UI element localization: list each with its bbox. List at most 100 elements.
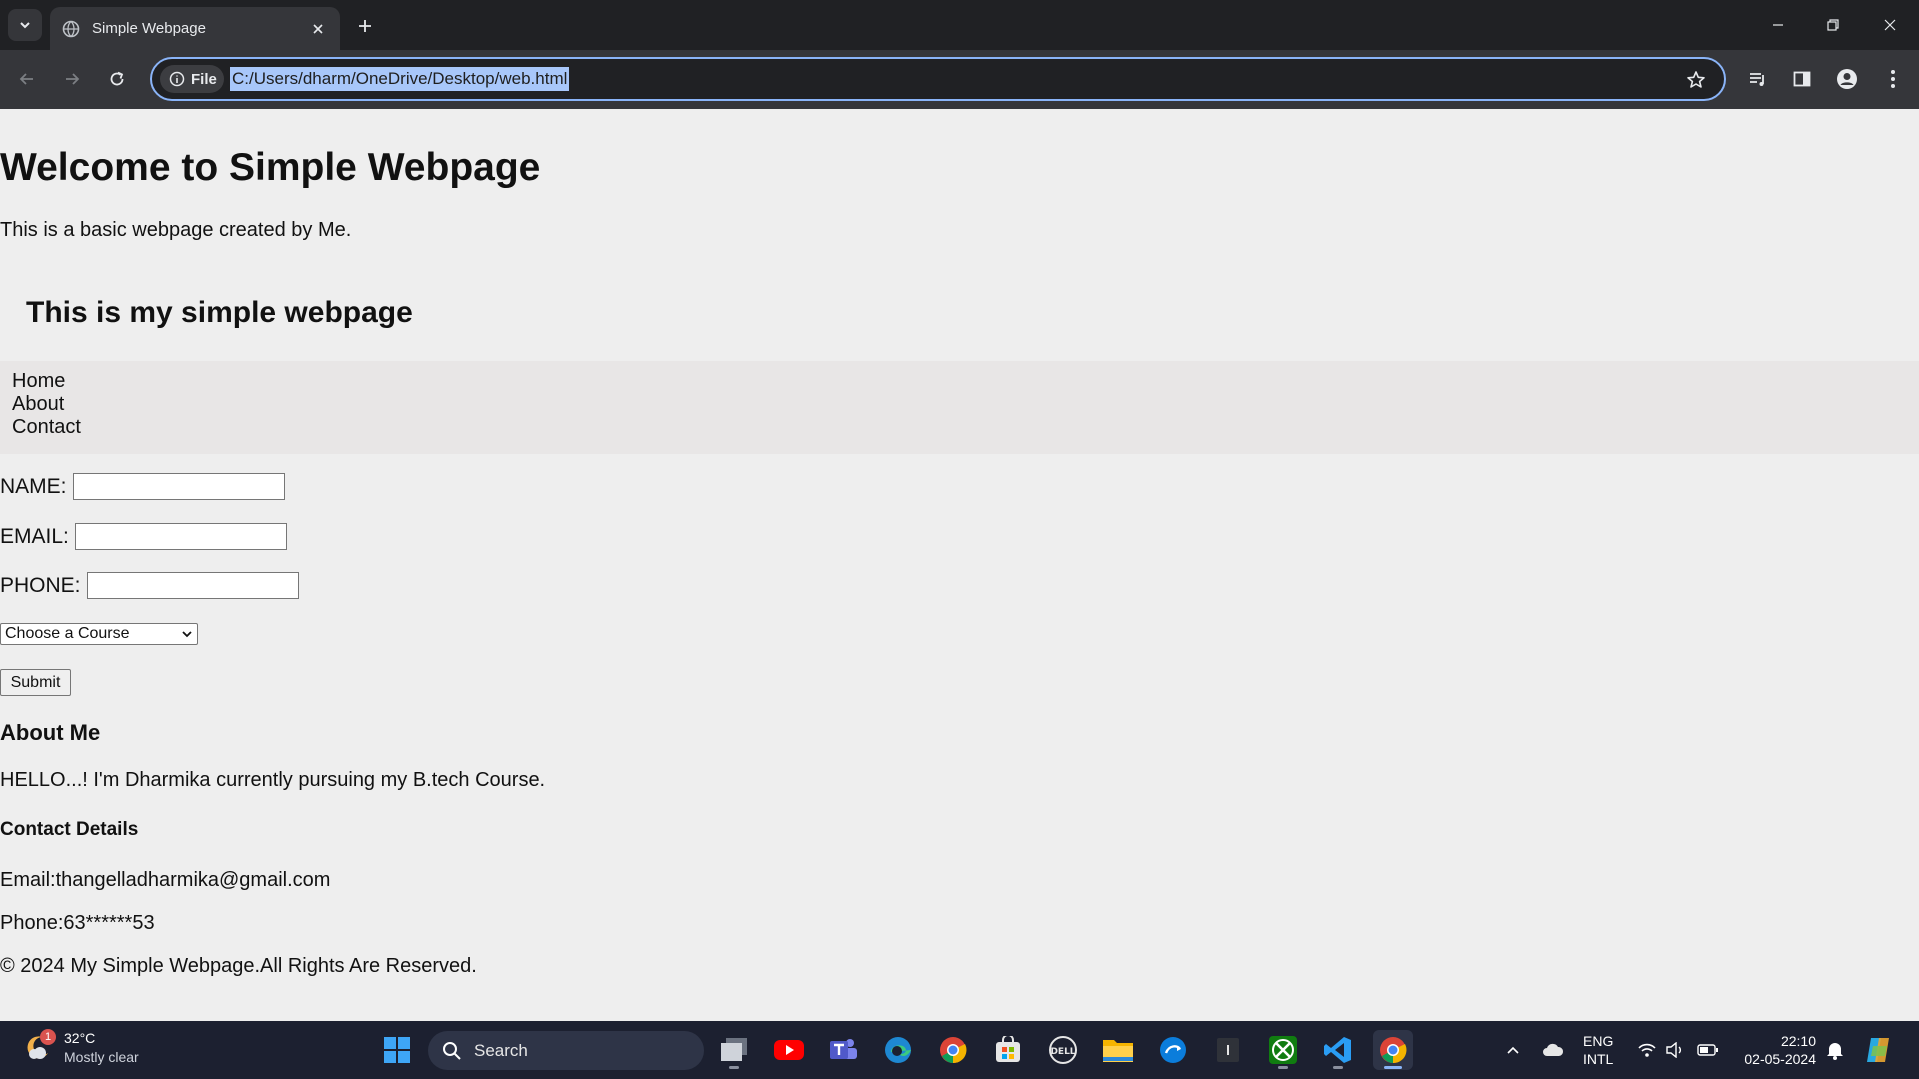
copilot-button[interactable] xyxy=(1858,1030,1898,1070)
bookmark-button[interactable] xyxy=(1684,68,1708,92)
media-queue-icon xyxy=(1750,73,1764,86)
restore-icon xyxy=(1827,19,1839,31)
profile-button[interactable] xyxy=(1831,63,1863,95)
start-button[interactable] xyxy=(377,1030,417,1070)
youtube-app[interactable] xyxy=(769,1030,809,1070)
taskbar: 1 32°C Mostly clear Search DELL ENG INTL… xyxy=(0,1021,1919,1079)
microsoft-store-icon xyxy=(996,1036,1020,1062)
support-assist-icon xyxy=(1160,1037,1186,1063)
minimize-icon xyxy=(1773,24,1783,26)
notepad-icon xyxy=(1217,1038,1239,1062)
running-indicator xyxy=(1384,1066,1402,1069)
clock-date: 02-05-2024 xyxy=(1744,1051,1816,1067)
running-indicator xyxy=(1278,1066,1288,1069)
language-indicator[interactable]: ENG INTL xyxy=(1583,1032,1613,1068)
notifications-button[interactable] xyxy=(1815,1030,1855,1070)
running-indicator xyxy=(1333,1066,1343,1069)
teams-icon xyxy=(830,1039,857,1059)
profile-icon xyxy=(1837,69,1857,89)
email-row: EMAIL: xyxy=(0,523,287,550)
phone-label: PHONE: xyxy=(0,573,81,597)
restore-button[interactable] xyxy=(1813,10,1853,40)
wifi-icon xyxy=(1638,1043,1656,1057)
media-controls-button[interactable] xyxy=(1742,63,1774,95)
dell-support-app[interactable] xyxy=(1153,1030,1193,1070)
name-input[interactable] xyxy=(72,473,285,500)
browser-tab-bar: Simple Webpage xyxy=(0,0,1919,50)
battery-icon xyxy=(1697,1044,1718,1056)
star-icon xyxy=(1687,71,1705,88)
tab-close-button[interactable] xyxy=(308,19,328,39)
phone-input[interactable] xyxy=(86,572,299,599)
vscode-app[interactable] xyxy=(1318,1030,1358,1070)
task-view-button[interactable] xyxy=(714,1030,754,1070)
edge-app[interactable] xyxy=(878,1030,918,1070)
forward-button[interactable] xyxy=(56,63,88,95)
folder-icon xyxy=(1103,1040,1133,1062)
phone-row: PHONE: xyxy=(0,572,299,599)
onedrive-tray[interactable] xyxy=(1533,1030,1573,1070)
email-label: EMAIL: xyxy=(0,524,69,548)
site-info-chip[interactable]: File xyxy=(160,65,224,93)
back-arrow-icon xyxy=(19,73,33,85)
weather-widget[interactable]: 1 32°C Mostly clear xyxy=(20,1029,139,1067)
name-row: NAME: xyxy=(0,473,285,500)
back-button[interactable] xyxy=(11,63,43,95)
address-bar[interactable]: File C:/Users/dharm/OneDrive/Desktop/web… xyxy=(150,57,1726,101)
microsoft-store-app[interactable] xyxy=(988,1030,1028,1070)
course-select-value: Choose a Course xyxy=(5,625,130,642)
chrome-app[interactable] xyxy=(933,1030,973,1070)
contact-email: Email:thangelladharmika@gmail.com xyxy=(0,869,331,891)
minimize-button[interactable] xyxy=(1758,10,1798,40)
dell-icon: DELL xyxy=(1049,1036,1077,1064)
clock-time: 22:10 xyxy=(1780,1033,1816,1049)
browser-menu-button[interactable] xyxy=(1877,63,1909,95)
side-panel-icon xyxy=(1793,71,1811,87)
chevron-down-icon xyxy=(20,22,30,29)
running-indicator xyxy=(729,1066,739,1069)
battery-tray[interactable] xyxy=(1688,1030,1728,1070)
nav-link-contact[interactable]: Contact xyxy=(12,416,1919,439)
language-line-1: ENG xyxy=(1583,1033,1614,1049)
language-line-2: INTL xyxy=(1583,1051,1614,1067)
submit-button[interactable]: Submit xyxy=(0,669,71,696)
copilot-icon xyxy=(1867,1038,1889,1062)
system-clock[interactable]: 22:10 02-05-2024 xyxy=(1736,1032,1816,1068)
course-select[interactable]: Choose a Course xyxy=(0,623,198,645)
url-text[interactable]: C:/Users/dharm/OneDrive/Desktop/web.html xyxy=(230,67,570,91)
tab-search-button[interactable] xyxy=(8,9,42,41)
youtube-icon xyxy=(774,1040,804,1060)
task-view-icon xyxy=(721,1038,747,1061)
vscode-icon xyxy=(1324,1037,1351,1063)
xbox-app[interactable] xyxy=(1263,1030,1303,1070)
browser-tab[interactable]: Simple Webpage xyxy=(50,7,340,50)
close-window-button[interactable] xyxy=(1870,10,1910,40)
info-icon xyxy=(169,71,185,87)
contact-phone: Phone:63******53 xyxy=(0,912,155,934)
chrome-active-icon xyxy=(1380,1037,1407,1064)
side-panel-button[interactable] xyxy=(1786,63,1818,95)
taskbar-search-label: Search xyxy=(474,1040,528,1060)
nav-link-home[interactable]: Home xyxy=(12,370,1919,393)
notepad-app[interactable] xyxy=(1208,1030,1248,1070)
new-tab-button[interactable] xyxy=(352,13,378,39)
taskbar-search[interactable]: Search xyxy=(428,1031,704,1070)
weather-badge: 1 xyxy=(40,1029,56,1045)
page-title: Welcome to Simple Webpage xyxy=(0,146,541,189)
site-chip-label: File xyxy=(191,70,217,88)
nav-menu: Home About Contact xyxy=(0,361,1919,454)
nav-link-about[interactable]: About xyxy=(12,393,1919,416)
search-icon xyxy=(443,1041,461,1060)
email-input[interactable] xyxy=(74,523,287,550)
teams-app[interactable] xyxy=(823,1030,863,1070)
web-page: Welcome to Simple Webpage This is a basi… xyxy=(0,109,1919,1021)
chrome-active-app[interactable] xyxy=(1373,1030,1413,1070)
show-hidden-icons-button[interactable] xyxy=(1493,1030,1533,1070)
onedrive-cloud-icon xyxy=(1543,1043,1564,1056)
file-explorer-app[interactable] xyxy=(1098,1030,1138,1070)
dell-app[interactable]: DELL xyxy=(1043,1030,1083,1070)
contact-heading: Contact Details xyxy=(0,819,139,840)
weather-desc: Mostly clear xyxy=(64,1049,139,1065)
reload-button[interactable] xyxy=(101,63,133,95)
intro-text: This is a basic webpage created by Me. xyxy=(0,219,352,241)
